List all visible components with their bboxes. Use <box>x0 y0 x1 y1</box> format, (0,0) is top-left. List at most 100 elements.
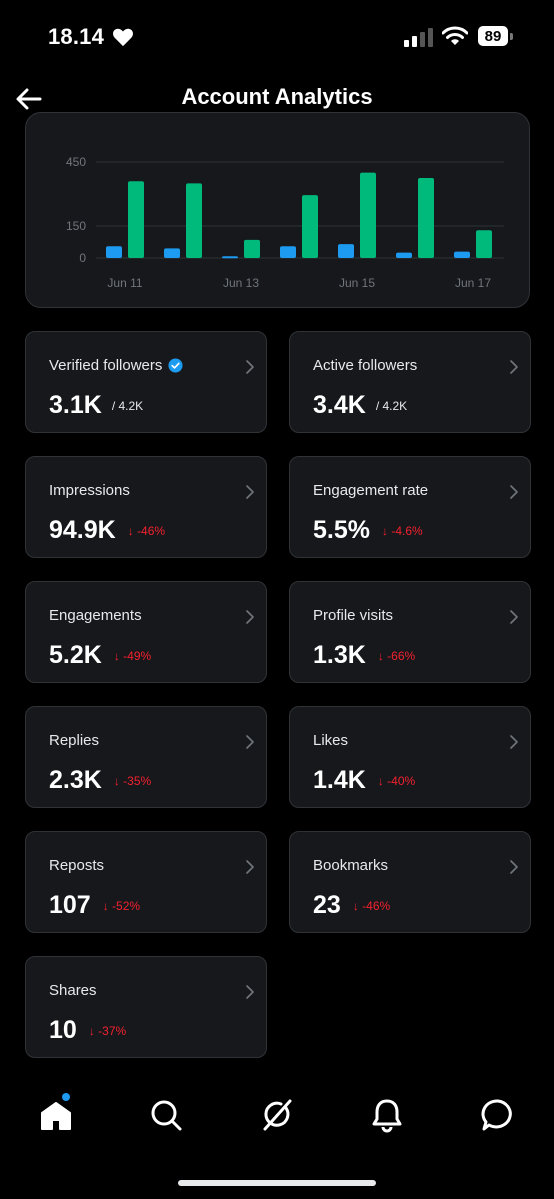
y-tick-label: 450 <box>66 155 86 169</box>
grok-icon[interactable] <box>259 1097 295 1133</box>
chart-bar <box>164 248 180 258</box>
signal-icon <box>404 28 433 47</box>
stat-value-text: 10 <box>49 1016 77 1044</box>
chevron-right-icon <box>246 610 254 624</box>
stat-label: Likes <box>313 732 348 749</box>
stat-total: / 4.2K <box>375 399 408 413</box>
stat-value-text: 1.3K <box>313 641 366 669</box>
stat-change: ↓ -46% <box>127 524 166 538</box>
chevron-right-icon <box>510 735 518 749</box>
chevron-right-icon <box>246 360 254 374</box>
stat-value: 5.2K ↓ -49% <box>49 641 151 670</box>
chart-bar <box>280 246 296 258</box>
stat-label: Verified followers <box>49 357 183 374</box>
stat-change: ↓ -52% <box>102 899 141 913</box>
stat-card[interactable]: Reposts 107 ↓ -52% <box>25 831 267 933</box>
x-tick-label: Jun 15 <box>339 276 375 290</box>
status-bar: 18.14 89 <box>0 0 554 70</box>
stat-card[interactable]: Replies 2.3K ↓ -35% <box>25 706 267 808</box>
stat-value-text: 5.2K <box>49 641 102 669</box>
stat-change: ↓ -4.6% <box>381 524 423 538</box>
stat-value-text: 3.1K <box>49 391 102 419</box>
chart-bar <box>338 244 354 258</box>
stat-value-text: 3.4K <box>313 391 366 419</box>
battery-level: 89 <box>478 26 508 46</box>
stat-value: 3.1K / 4.2K <box>49 391 143 420</box>
stat-value-text: 2.3K <box>49 766 102 794</box>
stat-label: Reposts <box>49 857 104 874</box>
chart-bar <box>222 256 238 259</box>
status-time: 18.14 <box>48 24 105 49</box>
stat-card[interactable]: Bookmarks 23 ↓ -46% <box>289 831 531 933</box>
stat-value: 3.4K / 4.2K <box>313 391 407 420</box>
stat-label: Replies <box>49 732 99 749</box>
x-tick-label: Jun 11 <box>107 276 142 290</box>
messages-icon[interactable] <box>480 1097 516 1133</box>
stat-card[interactable]: Profile visits 1.3K ↓ -66% <box>289 581 531 683</box>
chevron-right-icon <box>246 485 254 499</box>
stat-label: Shares <box>49 982 97 999</box>
stat-value-text: 5.5% <box>313 516 370 544</box>
battery-icon: 89 <box>478 26 514 48</box>
stat-change: ↓ -66% <box>377 649 416 663</box>
stat-label-text: Replies <box>49 732 100 749</box>
stat-label: Profile visits <box>313 607 393 624</box>
notification-dot <box>62 1093 70 1101</box>
home-icon[interactable] <box>38 1097 74 1133</box>
y-tick-label: 0 <box>79 251 86 265</box>
stat-label: Engagements <box>49 607 142 624</box>
stat-label: Bookmarks <box>313 857 388 874</box>
stat-label-text: Impressions <box>49 482 130 499</box>
stat-label-text: Bookmarks <box>313 857 389 874</box>
chart-bar <box>476 230 492 258</box>
heart-icon <box>113 28 133 47</box>
chevron-right-icon <box>246 735 254 749</box>
x-tick-label: Jun 13 <box>223 276 259 290</box>
stat-value: 94.9K ↓ -46% <box>49 516 165 545</box>
stat-total: / 4.2K <box>111 399 144 413</box>
chart-card: 450 150 0 Jun 11 Jun 13 Jun 15 Jun 17 <box>25 112 530 308</box>
stat-value: 1.4K ↓ -40% <box>313 766 415 795</box>
stat-label: Engagement rate <box>313 482 428 499</box>
notifications-icon[interactable] <box>369 1097 405 1133</box>
stat-card[interactable]: Engagement rate 5.5% ↓ -4.6% <box>289 456 531 558</box>
stat-value: 1.3K ↓ -66% <box>313 641 415 670</box>
home-indicator <box>178 1180 376 1186</box>
verified-badge-icon <box>168 358 183 373</box>
stat-label-text: Shares <box>49 982 97 999</box>
x-tick-label: Jun 17 <box>455 276 491 290</box>
wifi-icon <box>442 26 468 45</box>
stat-card[interactable]: Likes 1.4K ↓ -40% <box>289 706 531 808</box>
chevron-right-icon <box>510 860 518 874</box>
stat-value: 5.5% ↓ -4.6% <box>313 516 423 545</box>
stat-value: 107 ↓ -52% <box>49 891 140 920</box>
stat-card[interactable]: Engagements 5.2K ↓ -49% <box>25 581 267 683</box>
chart-bar <box>106 246 122 258</box>
chart-bar <box>396 252 412 258</box>
page-title: Account Analytics <box>181 84 373 109</box>
bar-chart: 450 150 0 Jun 11 Jun 13 Jun 15 Jun 17 <box>66 155 504 290</box>
stat-label-text: Engagements <box>49 607 142 624</box>
search-icon[interactable] <box>148 1097 184 1133</box>
stat-change: ↓ -35% <box>113 774 152 788</box>
stat-label-text: Likes <box>313 732 349 749</box>
chevron-right-icon <box>510 360 518 374</box>
stat-value: 23 ↓ -46% <box>313 891 390 920</box>
stat-label: Impressions <box>49 482 130 499</box>
bottom-tab-bar <box>0 1085 554 1145</box>
chart-bar <box>360 172 376 258</box>
stat-value: 2.3K ↓ -35% <box>49 766 151 795</box>
y-tick-label: 150 <box>66 219 86 233</box>
stat-value: 10 ↓ -37% <box>49 1016 126 1045</box>
stat-change: ↓ -46% <box>352 899 391 913</box>
chart-bar <box>418 178 434 258</box>
stat-card[interactable]: Verified followers 3.1K / 4.2K <box>25 331 267 433</box>
stat-card[interactable]: Active followers 3.4K / 4.2K <box>289 331 531 433</box>
stat-card[interactable]: Impressions 94.9K ↓ -46% <box>25 456 267 558</box>
stat-label-text: Profile visits <box>313 607 394 624</box>
chart-bar <box>186 183 202 258</box>
stat-value-text: 23 <box>313 891 341 919</box>
stat-value-text: 94.9K <box>49 516 116 544</box>
stat-change: ↓ -40% <box>377 774 416 788</box>
stat-card[interactable]: Shares 10 ↓ -37% <box>25 956 267 1058</box>
